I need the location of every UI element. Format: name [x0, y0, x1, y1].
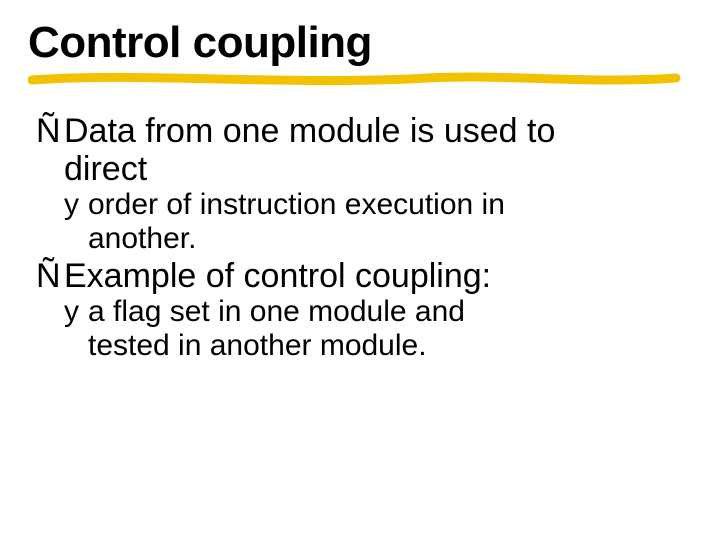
bullet-marker: Ñ [36, 257, 62, 295]
sub-bullet-text: a flag set in one module and [88, 295, 465, 329]
sub-bullet-text-cont: tested in another module. [36, 329, 692, 363]
sub-bullet-item: y a flag set in one module and [36, 295, 692, 329]
sub-bullet-text: order of instruction execution in [88, 188, 505, 222]
bullet-text-cont: direct [36, 150, 692, 188]
slide-body: Ñ Data from one module is used to direct… [28, 112, 692, 363]
bullet-block: Ñ Example of control coupling: y a flag … [36, 257, 692, 362]
bullet-block: Ñ Data from one module is used to direct… [36, 112, 692, 255]
bullet-text: Data from one module is used to [64, 112, 692, 150]
sub-bullet-marker: y [64, 295, 84, 329]
sub-bullet-marker: y [64, 188, 84, 222]
bullet-item: Ñ Example of control coupling: [36, 257, 692, 295]
bullet-text: Example of control coupling: [64, 257, 692, 295]
title-underline [28, 70, 692, 88]
bullet-item: Ñ Data from one module is used to [36, 112, 692, 150]
sub-bullet-text-cont: another. [36, 222, 692, 256]
bullet-marker: Ñ [36, 112, 62, 150]
slide-title: Control coupling [28, 18, 372, 74]
slide: Control coupling Ñ Data from one module … [0, 0, 720, 540]
sub-bullet-item: y order of instruction execution in [36, 188, 692, 222]
